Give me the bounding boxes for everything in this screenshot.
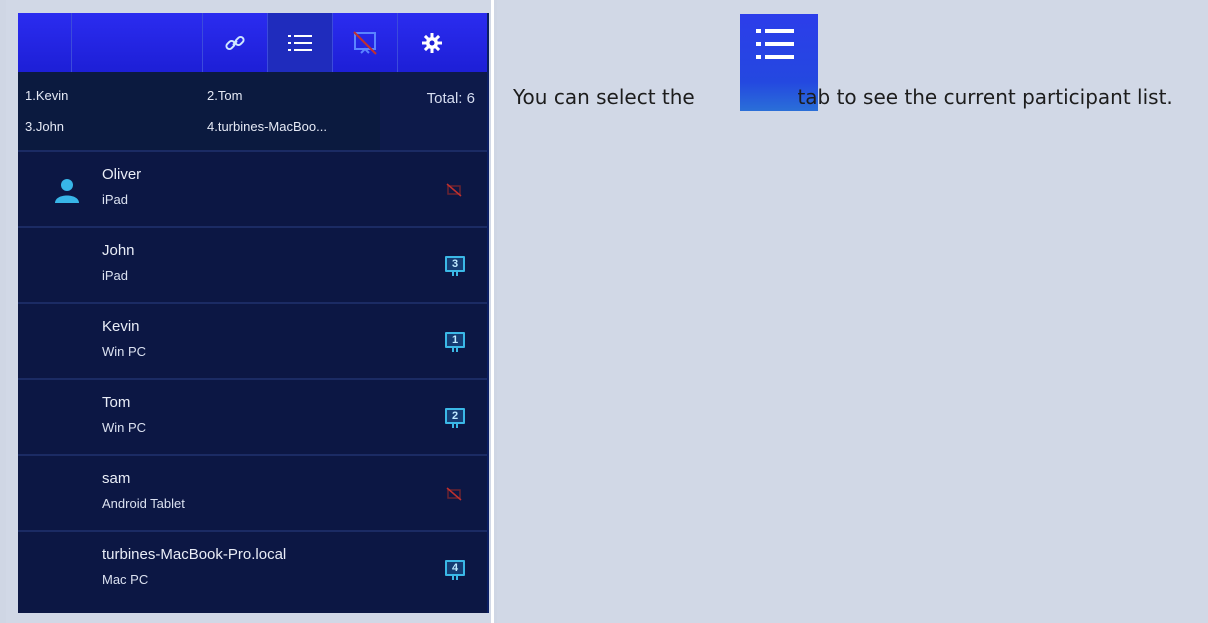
list-item[interactable]: turbines-MacBook-Pro.local Mac PC 4 <box>18 530 487 606</box>
presenter-grid: 1.Kevin 2.Tom 3.John 4.turbines-MacBoo..… <box>18 72 380 150</box>
participant-device: Win PC <box>102 344 147 359</box>
instructions-cell: You can select the tab to see the curren… <box>497 0 1208 623</box>
presenter-slot-3: 3.John <box>25 119 65 134</box>
screen-stand-icon <box>452 348 458 352</box>
not-presenting-icon <box>446 183 462 197</box>
screen-tab[interactable] <box>333 13 398 72</box>
list-icon <box>756 29 794 59</box>
participant-name: John <box>102 242 135 259</box>
screen-slot-badge: 3 <box>445 256 465 272</box>
participant-device: iPad <box>102 192 129 207</box>
participant-name: turbines-MacBook-Pro.local <box>102 546 287 563</box>
participant-name: Oliver <box>102 166 142 183</box>
screen-slot-badge: 2 <box>445 408 465 424</box>
list-item[interactable]: sam Android Tablet <box>18 454 487 530</box>
toolbar-blank-1 <box>18 13 72 72</box>
instruction-text: You can select the tab to see the curren… <box>513 84 1193 110</box>
list-item[interactable]: John iPad 3 <box>18 226 487 302</box>
participant-name: Tom <box>102 394 131 411</box>
list-tab[interactable] <box>268 13 333 72</box>
screen-stand-icon <box>452 576 458 580</box>
instruction-after: tab to see the current participant list. <box>797 85 1173 109</box>
screen-stand-icon <box>452 272 458 276</box>
page-frame: 1.Kevin 2.Tom 3.John 4.turbines-MacBoo..… <box>0 0 1208 623</box>
list-item[interactable]: Kevin Win PC 1 <box>18 302 487 378</box>
not-presenting-icon <box>446 487 462 501</box>
link-icon <box>225 35 245 50</box>
list-item[interactable]: Tom Win PC 2 <box>18 378 487 454</box>
presenter-slot-2: 2.Tom <box>207 88 243 103</box>
toolbar-blank-2 <box>72 13 203 72</box>
list-icon <box>288 34 312 51</box>
settings-tab[interactable] <box>398 13 466 72</box>
screen-off-icon <box>353 30 377 55</box>
participant-device: iPad <box>102 268 129 283</box>
user-avatar-icon <box>55 179 79 203</box>
presenter-slot-1: 1.Kevin <box>25 88 69 103</box>
participant-list: Oliver iPad John iPad 3 Kevin Win PC 1 T… <box>18 150 487 606</box>
participant-name: Kevin <box>102 318 140 335</box>
presenter-summary: 1.Kevin 2.Tom 3.John 4.turbines-MacBoo..… <box>18 72 487 150</box>
instruction-before: You can select the <box>513 85 695 109</box>
link-tab[interactable] <box>203 13 268 72</box>
list-item[interactable]: Oliver iPad <box>18 150 487 226</box>
screen-slot-badge: 4 <box>445 560 465 576</box>
total-count: Total: 6 <box>426 90 475 107</box>
screen-stand-icon <box>452 424 458 428</box>
participant-device: Android Tablet <box>102 496 185 511</box>
toolbar <box>18 13 487 72</box>
screenshot-cell: 1.Kevin 2.Tom 3.John 4.turbines-MacBoo..… <box>6 0 494 623</box>
participant-device: Win PC <box>102 420 147 435</box>
participant-panel: 1.Kevin 2.Tom 3.John 4.turbines-MacBoo..… <box>18 13 489 613</box>
gear-icon <box>422 32 442 53</box>
participant-device: Mac PC <box>102 572 149 587</box>
screen-slot-badge: 1 <box>445 332 465 348</box>
participant-name: sam <box>102 470 131 487</box>
presenter-slot-4: 4.turbines-MacBoo... <box>207 119 327 134</box>
